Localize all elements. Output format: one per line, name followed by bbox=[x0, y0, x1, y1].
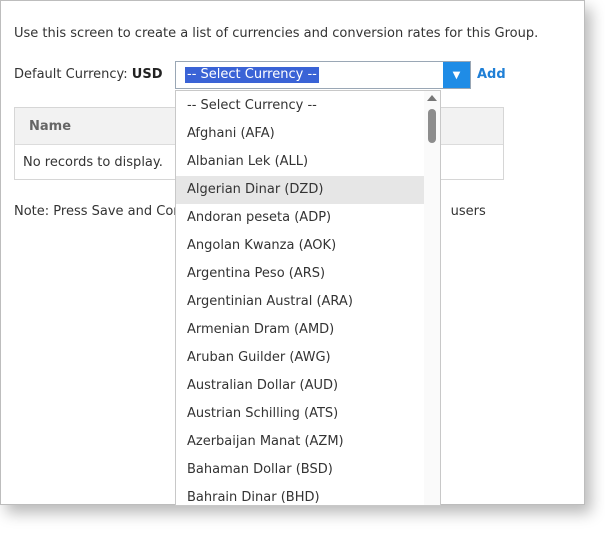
dropdown-option[interactable]: Austrian Schilling (ATS) bbox=[176, 400, 425, 428]
intro-text: Use this screen to create a list of curr… bbox=[14, 26, 539, 41]
dropdown-option[interactable]: Argentinian Austral (ARA) bbox=[176, 288, 425, 316]
currency-select[interactable]: -- Select Currency -- ▼ bbox=[175, 61, 471, 89]
dropdown-option[interactable]: Armenian Dram (AMD) bbox=[176, 316, 425, 344]
dropdown-option[interactable]: Australian Dollar (AUD) bbox=[176, 372, 425, 400]
dropdown-option[interactable]: Afghani (AFA) bbox=[176, 120, 425, 148]
dropdown-option[interactable]: Albanian Lek (ALL) bbox=[176, 148, 425, 176]
default-currency-label: Default Currency: bbox=[14, 67, 128, 82]
default-currency-value: USD bbox=[131, 67, 163, 82]
currency-select-value: -- Select Currency -- bbox=[185, 67, 319, 83]
currency-dropdown-list: Bahrain Dinar (BHD) Bahaman Dollar (BSD) A… bbox=[175, 90, 441, 506]
dropdown-option[interactable]: Aruban Guilder (AWG) bbox=[176, 344, 425, 372]
dropdown-scrollbar[interactable] bbox=[424, 91, 440, 505]
dropdown-option[interactable]: Angolan Kwanza (AOK) bbox=[176, 232, 425, 260]
note-text-suffix: users bbox=[450, 204, 486, 219]
currency-panel: Use this screen to create a list of curr… bbox=[0, 0, 585, 506]
dropdown-option[interactable]: Azerbaijan Manat (AZM) bbox=[176, 428, 425, 456]
dropdown-option[interactable]: Andoran peseta (ADP) bbox=[176, 204, 425, 232]
dropdown-option[interactable]: Argentina Peso (ARS) bbox=[176, 260, 425, 288]
scroll-up-arrow-icon[interactable] bbox=[427, 95, 437, 101]
dropdown-option[interactable]: -- Select Currency -- bbox=[176, 92, 425, 120]
note-text-visible: Note: Press Save and Cont bbox=[14, 204, 187, 219]
dropdown-option[interactable]: Algerian Dinar (DZD) bbox=[176, 176, 425, 204]
dropdown-option[interactable]: Bahrain Dinar (BHD) bbox=[176, 484, 425, 505]
scroll-thumb[interactable] bbox=[428, 109, 436, 143]
dropdown-option[interactable]: Bahaman Dollar (BSD) bbox=[176, 456, 425, 484]
chevron-down-icon[interactable]: ▼ bbox=[443, 62, 470, 88]
add-currency-link[interactable]: Add bbox=[477, 67, 506, 82]
default-currency-row: Default Currency: USD bbox=[14, 67, 163, 82]
